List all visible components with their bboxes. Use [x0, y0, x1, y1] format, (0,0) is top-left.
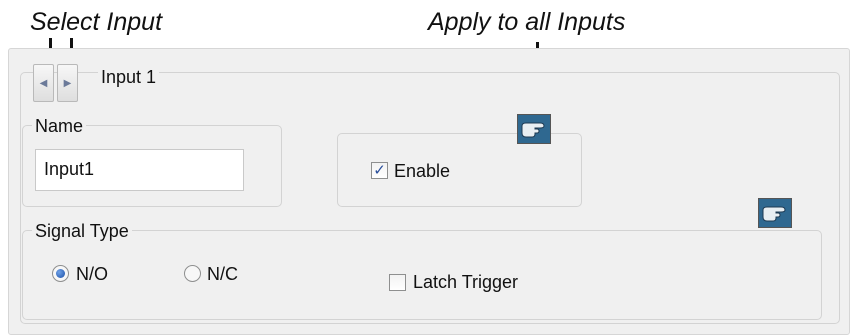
- check-mark-icon: ✓: [373, 162, 386, 179]
- apply-enable-to-all-button[interactable]: [517, 114, 551, 144]
- latch-trigger-label: Latch Trigger: [413, 272, 519, 292]
- signal-type-label: Signal Type: [32, 221, 132, 242]
- input-title: Input 1: [98, 67, 160, 88]
- next-input-button[interactable]: ▶: [57, 64, 78, 102]
- latch-trigger-checkbox[interactable]: [389, 274, 406, 291]
- name-input[interactable]: Input1: [35, 149, 244, 191]
- radio-nc-label: N/C: [207, 264, 238, 284]
- enable-label: Enable: [394, 161, 451, 181]
- radio-no[interactable]: [52, 265, 69, 282]
- pointing-hand-icon: [518, 115, 550, 143]
- pointing-hand-icon: [759, 199, 791, 227]
- radio-nc[interactable]: [184, 265, 201, 282]
- enable-checkbox[interactable]: ✓: [371, 162, 388, 179]
- name-group-label: Name: [32, 116, 87, 137]
- triangle-left-icon: ◀: [39, 77, 48, 89]
- previous-input-button[interactable]: ◀: [33, 64, 54, 102]
- select-input-callout: Select Input: [30, 8, 163, 36]
- radio-selected-dot: [56, 269, 65, 278]
- apply-signal-to-all-button[interactable]: [758, 198, 792, 228]
- triangle-right-icon: ▶: [63, 77, 72, 89]
- radio-no-label: N/O: [76, 264, 109, 284]
- apply-to-all-callout: Apply to all Inputs: [428, 8, 626, 36]
